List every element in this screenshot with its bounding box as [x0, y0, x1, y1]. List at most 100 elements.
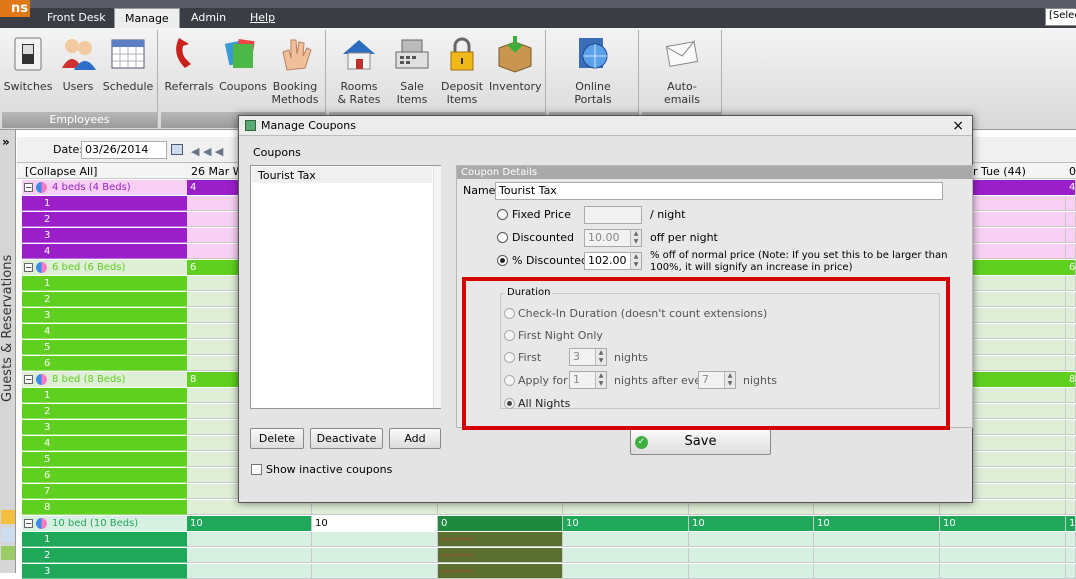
availability-cell[interactable]: 10	[563, 516, 689, 531]
menu-manage[interactable]: Manage	[114, 8, 180, 28]
bed-row-label[interactable]: 3	[22, 420, 187, 435]
grid-cell[interactable]	[1066, 276, 1076, 291]
grid-cell[interactable]	[312, 564, 438, 579]
close-icon[interactable]: ×	[952, 116, 964, 136]
grid-cell[interactable]	[1066, 404, 1076, 419]
grid-cell[interactable]	[814, 532, 940, 547]
name-input[interactable]: Tourist Tax	[495, 182, 943, 200]
grid-cell[interactable]	[1066, 196, 1076, 211]
date-input[interactable]: 03/26/2014	[81, 141, 167, 159]
guest-icon[interactable]	[1, 510, 15, 524]
collapse-icon[interactable]: −	[24, 183, 33, 192]
fixed-price-radio[interactable]	[497, 209, 508, 220]
bed-row-label[interactable]: 3	[22, 308, 187, 323]
add-button[interactable]: Add	[389, 428, 441, 449]
search-icon[interactable]	[1, 528, 15, 542]
bed-row-label[interactable]: 6	[22, 468, 187, 483]
grid-cell[interactable]: ---------	[438, 548, 563, 563]
grid-cell[interactable]	[814, 548, 940, 563]
bed-row-label[interactable]: 4	[22, 324, 187, 339]
bed-row-label[interactable]: 1	[22, 532, 187, 547]
expand-icon[interactable]: »	[2, 135, 10, 149]
availability-cell[interactable]: 10	[312, 516, 438, 531]
bed-row-label[interactable]: 4	[22, 436, 187, 451]
grid-cell[interactable]	[689, 532, 814, 547]
bed-row-label[interactable]: 3	[22, 228, 187, 243]
pct-discounted-radio[interactable]	[497, 255, 508, 266]
discounted-input[interactable]: 10.00 ▲ ▼	[584, 229, 642, 247]
collapse-all-link[interactable]: [Collapse All]	[25, 165, 97, 178]
switches-button[interactable]: Switches	[2, 34, 54, 93]
grid-cell[interactable]	[1066, 244, 1076, 259]
inventory-button[interactable]: Inventory	[489, 34, 542, 93]
grid-cell[interactable]	[689, 548, 814, 563]
deposit-items-button[interactable]: Deposit Items	[436, 34, 488, 106]
bed-row-label[interactable]: 2	[22, 212, 187, 227]
bed-row-label[interactable]: 2	[22, 292, 187, 307]
grid-cell[interactable]	[1066, 420, 1076, 435]
discounted-radio[interactable]	[497, 232, 508, 243]
collapse-icon[interactable]: −	[24, 375, 33, 384]
menu-help[interactable]: Help	[250, 11, 275, 24]
bed-row-label[interactable]: 7	[22, 484, 187, 499]
grid-cell[interactable]	[940, 532, 1066, 547]
grid-cell[interactable]	[1066, 532, 1076, 547]
list-item[interactable]: Tourist Tax	[252, 167, 432, 183]
grid-cell[interactable]	[1066, 468, 1076, 483]
grid-cell[interactable]	[187, 548, 312, 563]
bed-row-label[interactable]: 8	[22, 500, 187, 515]
grid-cell[interactable]	[1066, 212, 1076, 227]
grid-cell[interactable]	[1066, 484, 1076, 499]
calendar-picker-icon[interactable]	[171, 144, 183, 155]
online-portals-button[interactable]: Online Portals	[567, 34, 619, 106]
bed-row-label[interactable]: 6	[22, 356, 187, 371]
grid-cell[interactable]	[563, 548, 689, 563]
menu-front-desk[interactable]: Front Desk	[47, 11, 106, 24]
grid-cell[interactable]	[1066, 340, 1076, 355]
grid-cell[interactable]	[940, 548, 1066, 563]
pct-discounted-input[interactable]: 102.00 ▲ ▼	[584, 252, 642, 270]
bed-row-label[interactable]: 2	[22, 548, 187, 563]
booking-methods-button[interactable]: Booking Methods	[269, 34, 321, 106]
grid-cell[interactable]	[563, 532, 689, 547]
grid-cell[interactable]	[312, 532, 438, 547]
grid-cell[interactable]	[1066, 324, 1076, 339]
collapse-icon[interactable]: −	[24, 519, 33, 528]
bed-row-label[interactable]: 3	[22, 564, 187, 579]
room-group-header[interactable]: − 8 bed (8 Beds)	[22, 372, 187, 387]
room-group-header[interactable]: − 6 bed (6 Beds)	[22, 260, 187, 275]
grid-cell[interactable]	[1066, 228, 1076, 243]
stepper-icon[interactable]: ▲ ▼	[630, 253, 641, 269]
save-button[interactable]: ✓ Save	[630, 429, 771, 455]
grid-cell[interactable]	[689, 564, 814, 579]
chart-icon[interactable]	[1, 546, 15, 560]
bed-row-label[interactable]: 5	[22, 452, 187, 467]
bed-row-label[interactable]: 1	[22, 388, 187, 403]
auto-emails-button[interactable]: Auto- emails	[656, 34, 708, 106]
grid-cell[interactable]	[312, 548, 438, 563]
grid-cell[interactable]	[187, 564, 312, 579]
room-group-header[interactable]: − 4 beds (4 Beds)	[22, 180, 187, 195]
referrals-button[interactable]: Referrals	[163, 34, 215, 93]
bed-row-label[interactable]: 1	[22, 276, 187, 291]
schedule-button[interactable]: Schedule	[102, 34, 154, 93]
nav-arrows-icon[interactable]: ◀ ◀ ◀	[191, 145, 223, 158]
availability-cell[interactable]: 10	[187, 516, 312, 531]
availability-cell[interactable]: 10	[814, 516, 940, 531]
availability-cell[interactable]: 10	[1066, 516, 1076, 531]
grid-cell[interactable]	[187, 532, 312, 547]
deactivate-button[interactable]: Deactivate	[310, 428, 383, 449]
grid-cell[interactable]	[1066, 356, 1076, 371]
grid-cell[interactable]	[1066, 436, 1076, 451]
delete-button[interactable]: Delete	[250, 428, 304, 449]
availability-cell[interactable]: 10	[940, 516, 1066, 531]
grid-cell[interactable]	[1066, 388, 1076, 403]
bed-row-label[interactable]: 1	[22, 196, 187, 211]
grid-cell[interactable]	[940, 564, 1066, 579]
stepper-icon[interactable]: ▲ ▼	[630, 230, 641, 246]
availability-cell[interactable]: 10	[689, 516, 814, 531]
show-inactive-checkbox[interactable]	[251, 464, 262, 475]
bed-row-label[interactable]: 2	[22, 404, 187, 419]
grid-cell[interactable]	[1066, 564, 1076, 579]
grid-cell[interactable]: ---------	[438, 532, 563, 547]
